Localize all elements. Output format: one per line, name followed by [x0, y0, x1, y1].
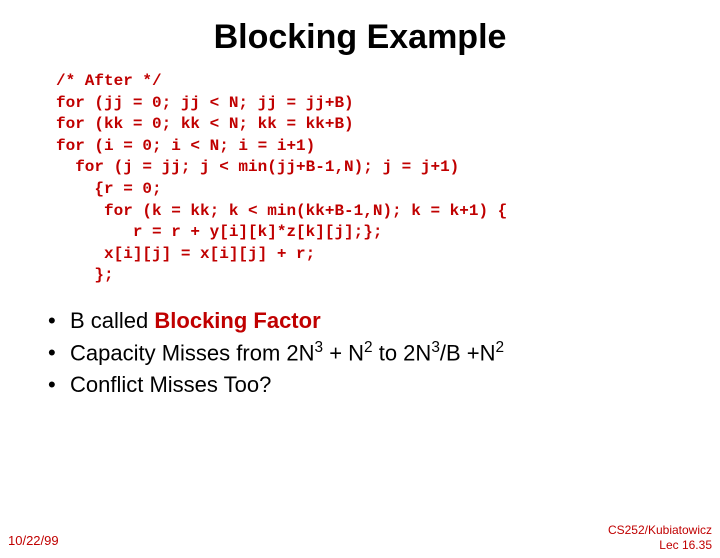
blocking-factor-term: Blocking Factor	[154, 308, 320, 333]
bullet-dot: •	[48, 369, 70, 401]
bullet-text: B called Blocking Factor	[70, 305, 321, 337]
footer-credit: CS252/Kubiatowicz Lec 16.35	[608, 523, 712, 552]
exponent: 3	[431, 339, 440, 356]
text-fragment: Capacity Misses from 2N	[70, 340, 315, 365]
exponent: 2	[496, 339, 505, 356]
exponent: 2	[364, 339, 373, 356]
bullet-dot: •	[48, 337, 70, 369]
bullet-list: • B called Blocking Factor • Capacity Mi…	[48, 305, 720, 401]
footer-date: 10/22/99	[8, 533, 59, 548]
text-fragment: B called	[70, 308, 154, 333]
code-block: /* After */ for (jj = 0; jj < N; jj = jj…	[56, 71, 720, 287]
bullet-item: • Conflict Misses Too?	[48, 369, 720, 401]
text-fragment: + N	[323, 340, 364, 365]
bullet-text: Conflict Misses Too?	[70, 369, 271, 401]
slide-title: Blocking Example	[0, 18, 720, 57]
footer-course: CS252/Kubiatowicz	[608, 523, 712, 537]
text-fragment: to 2N	[373, 340, 432, 365]
bullet-item: • Capacity Misses from 2N3 + N2 to 2N3/B…	[48, 337, 720, 369]
bullet-item: • B called Blocking Factor	[48, 305, 720, 337]
text-fragment: /B +N	[440, 340, 496, 365]
bullet-dot: •	[48, 305, 70, 337]
bullet-text: Capacity Misses from 2N3 + N2 to 2N3/B +…	[70, 337, 504, 369]
exponent: 3	[315, 339, 324, 356]
